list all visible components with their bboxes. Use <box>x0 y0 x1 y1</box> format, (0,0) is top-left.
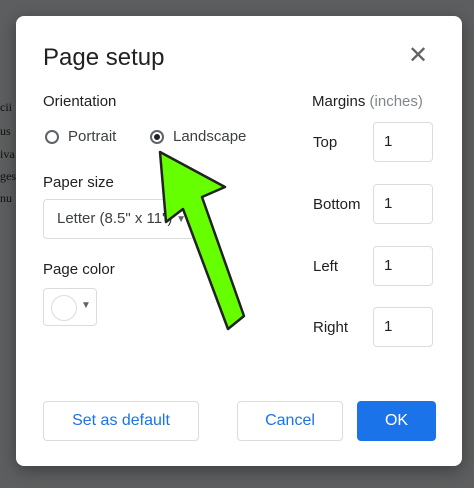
margin-left-input[interactable]: 1 <box>373 246 433 286</box>
portrait-label: Portrait <box>68 128 117 145</box>
dialog-title: Page setup <box>43 44 165 71</box>
cancel-button[interactable]: Cancel <box>237 401 343 441</box>
margin-right-label: Right <box>313 319 349 336</box>
margins-unit-label: (inches) <box>369 93 423 110</box>
page-setup-dialog: Page setup ✕ Orientation Portrait Landsc… <box>16 16 462 466</box>
paper-size-label: Paper size <box>43 174 114 191</box>
margin-bottom-input[interactable]: 1 <box>373 184 433 224</box>
orientation-portrait-radio[interactable]: Portrait <box>45 128 116 145</box>
margin-bottom-label: Bottom <box>313 196 361 213</box>
margin-left-label: Left <box>313 258 339 275</box>
orientation-label: Orientation <box>43 93 117 110</box>
radio-checked-icon <box>150 129 164 144</box>
dropdown-arrow-icon: ▼ <box>176 214 186 225</box>
margin-top-label: Top <box>313 134 338 151</box>
color-swatch <box>51 295 77 321</box>
paper-size-value: Letter (8.5" x 11") <box>57 210 173 227</box>
page-color-button[interactable]: ▼ <box>43 288 97 326</box>
radio-unchecked-icon <box>45 129 59 144</box>
page-color-label: Page color <box>43 261 115 278</box>
set-as-default-button[interactable]: Set as default <box>43 401 199 441</box>
margins-label: Margins <box>312 93 366 110</box>
ok-button[interactable]: OK <box>357 401 436 441</box>
landscape-label: Landscape <box>173 128 247 145</box>
margins-heading: Margins (inches) <box>312 93 423 110</box>
close-icon[interactable]: ✕ <box>406 44 430 68</box>
dropdown-arrow-icon: ▼ <box>81 300 91 311</box>
orientation-landscape-radio[interactable]: Landscape <box>150 128 246 145</box>
paper-size-select[interactable]: Letter (8.5" x 11") ▼ <box>43 199 197 239</box>
margin-top-input[interactable]: 1 <box>373 122 433 162</box>
margin-right-input[interactable]: 1 <box>373 307 433 347</box>
